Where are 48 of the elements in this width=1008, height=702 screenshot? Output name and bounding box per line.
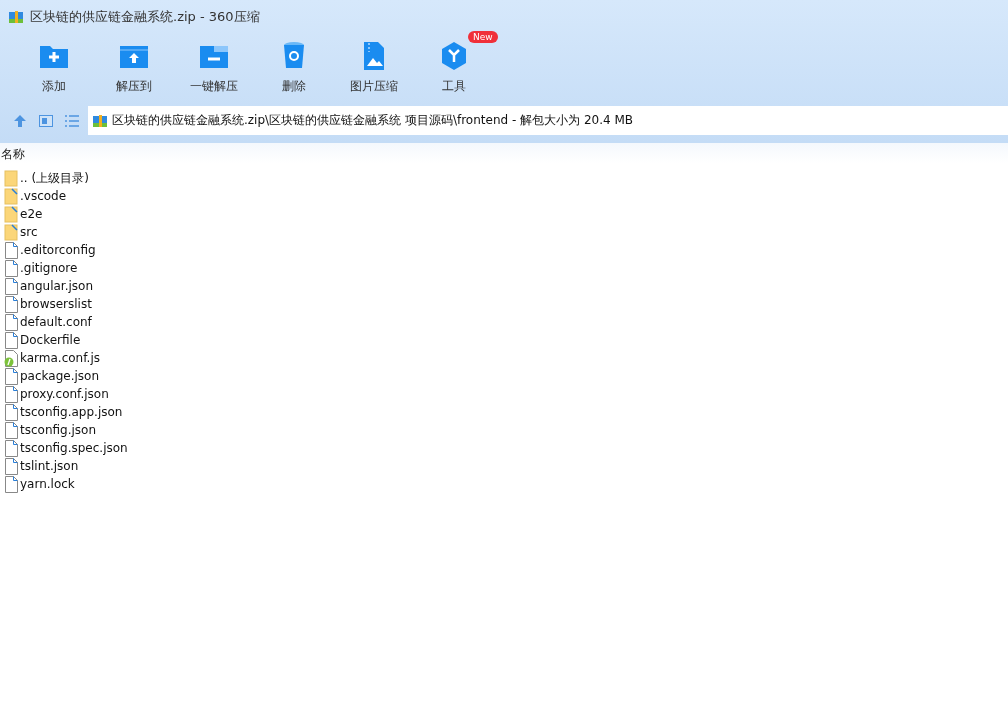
file-name[interactable]: tsconfig.spec.json: [20, 441, 128, 455]
file-icon: [4, 403, 18, 421]
new-badge: New: [468, 31, 498, 43]
file-name[interactable]: Dockerfile: [20, 333, 81, 347]
file-name[interactable]: default.conf: [20, 315, 92, 329]
toolbar-button[interactable]: 图片压缩: [334, 34, 414, 100]
file-icon: [4, 385, 18, 403]
file-name[interactable]: src: [20, 225, 38, 239]
toolbar-button[interactable]: 解压到: [94, 34, 174, 100]
file-icon: [4, 259, 18, 277]
file-icon: [4, 421, 18, 439]
file-name[interactable]: tsconfig.app.json: [20, 405, 123, 419]
address-bar[interactable]: 区块链的供应链金融系统.zip\区块链的供应链金融系统 项目源码\frontend - 解包大小为 20.4 MB: [88, 106, 1008, 135]
folder-icon: [4, 169, 18, 187]
file-name[interactable]: .gitignore: [20, 261, 78, 275]
file-icon: [4, 367, 18, 385]
file-icon: [4, 313, 18, 331]
file-icon: [4, 475, 18, 493]
file-name[interactable]: e2e: [20, 207, 43, 221]
file-icon: [4, 439, 18, 457]
toolbar-button[interactable]: 一键解压: [174, 34, 254, 100]
file-name[interactable]: proxy.conf.json: [20, 387, 109, 401]
file-icon: [4, 295, 18, 313]
window-title: 区块链的供应链金融系统.zip - 360压缩: [30, 8, 260, 26]
address-path: 区块链的供应链金融系统.zip\区块链的供应链金融系统 项目源码\frontend - 解包大小为 20.4 MB: [112, 112, 633, 129]
file-name[interactable]: browserslist: [20, 297, 92, 311]
file-name[interactable]: karma.conf.js: [20, 351, 100, 365]
file-name[interactable]: .. (上级目录): [20, 169, 89, 187]
script-file-icon: [4, 349, 18, 367]
toolbar-button[interactable]: 删除: [254, 34, 334, 100]
file-name[interactable]: package.json: [20, 369, 99, 383]
column-header[interactable]: 名称: [0, 146, 25, 163]
archive-icon: [8, 9, 24, 25]
file-name[interactable]: .editorconfig: [20, 243, 96, 257]
toolbar-button[interactable]: 添加: [14, 34, 94, 100]
file-name[interactable]: tslint.json: [20, 459, 79, 473]
file-name[interactable]: yarn.lock: [20, 477, 75, 491]
file-icon: [4, 241, 18, 259]
file-icon: [4, 457, 18, 475]
file-name[interactable]: .vscode: [20, 189, 67, 203]
folder-icon: [4, 205, 18, 223]
folder-icon: [4, 187, 18, 205]
file-icon: [4, 331, 18, 349]
file-name[interactable]: tsconfig.json: [20, 423, 97, 437]
folder-icon: [4, 223, 18, 241]
archive-icon: [92, 112, 108, 129]
file-name[interactable]: angular.json: [20, 279, 94, 293]
file-icon: [4, 277, 18, 295]
